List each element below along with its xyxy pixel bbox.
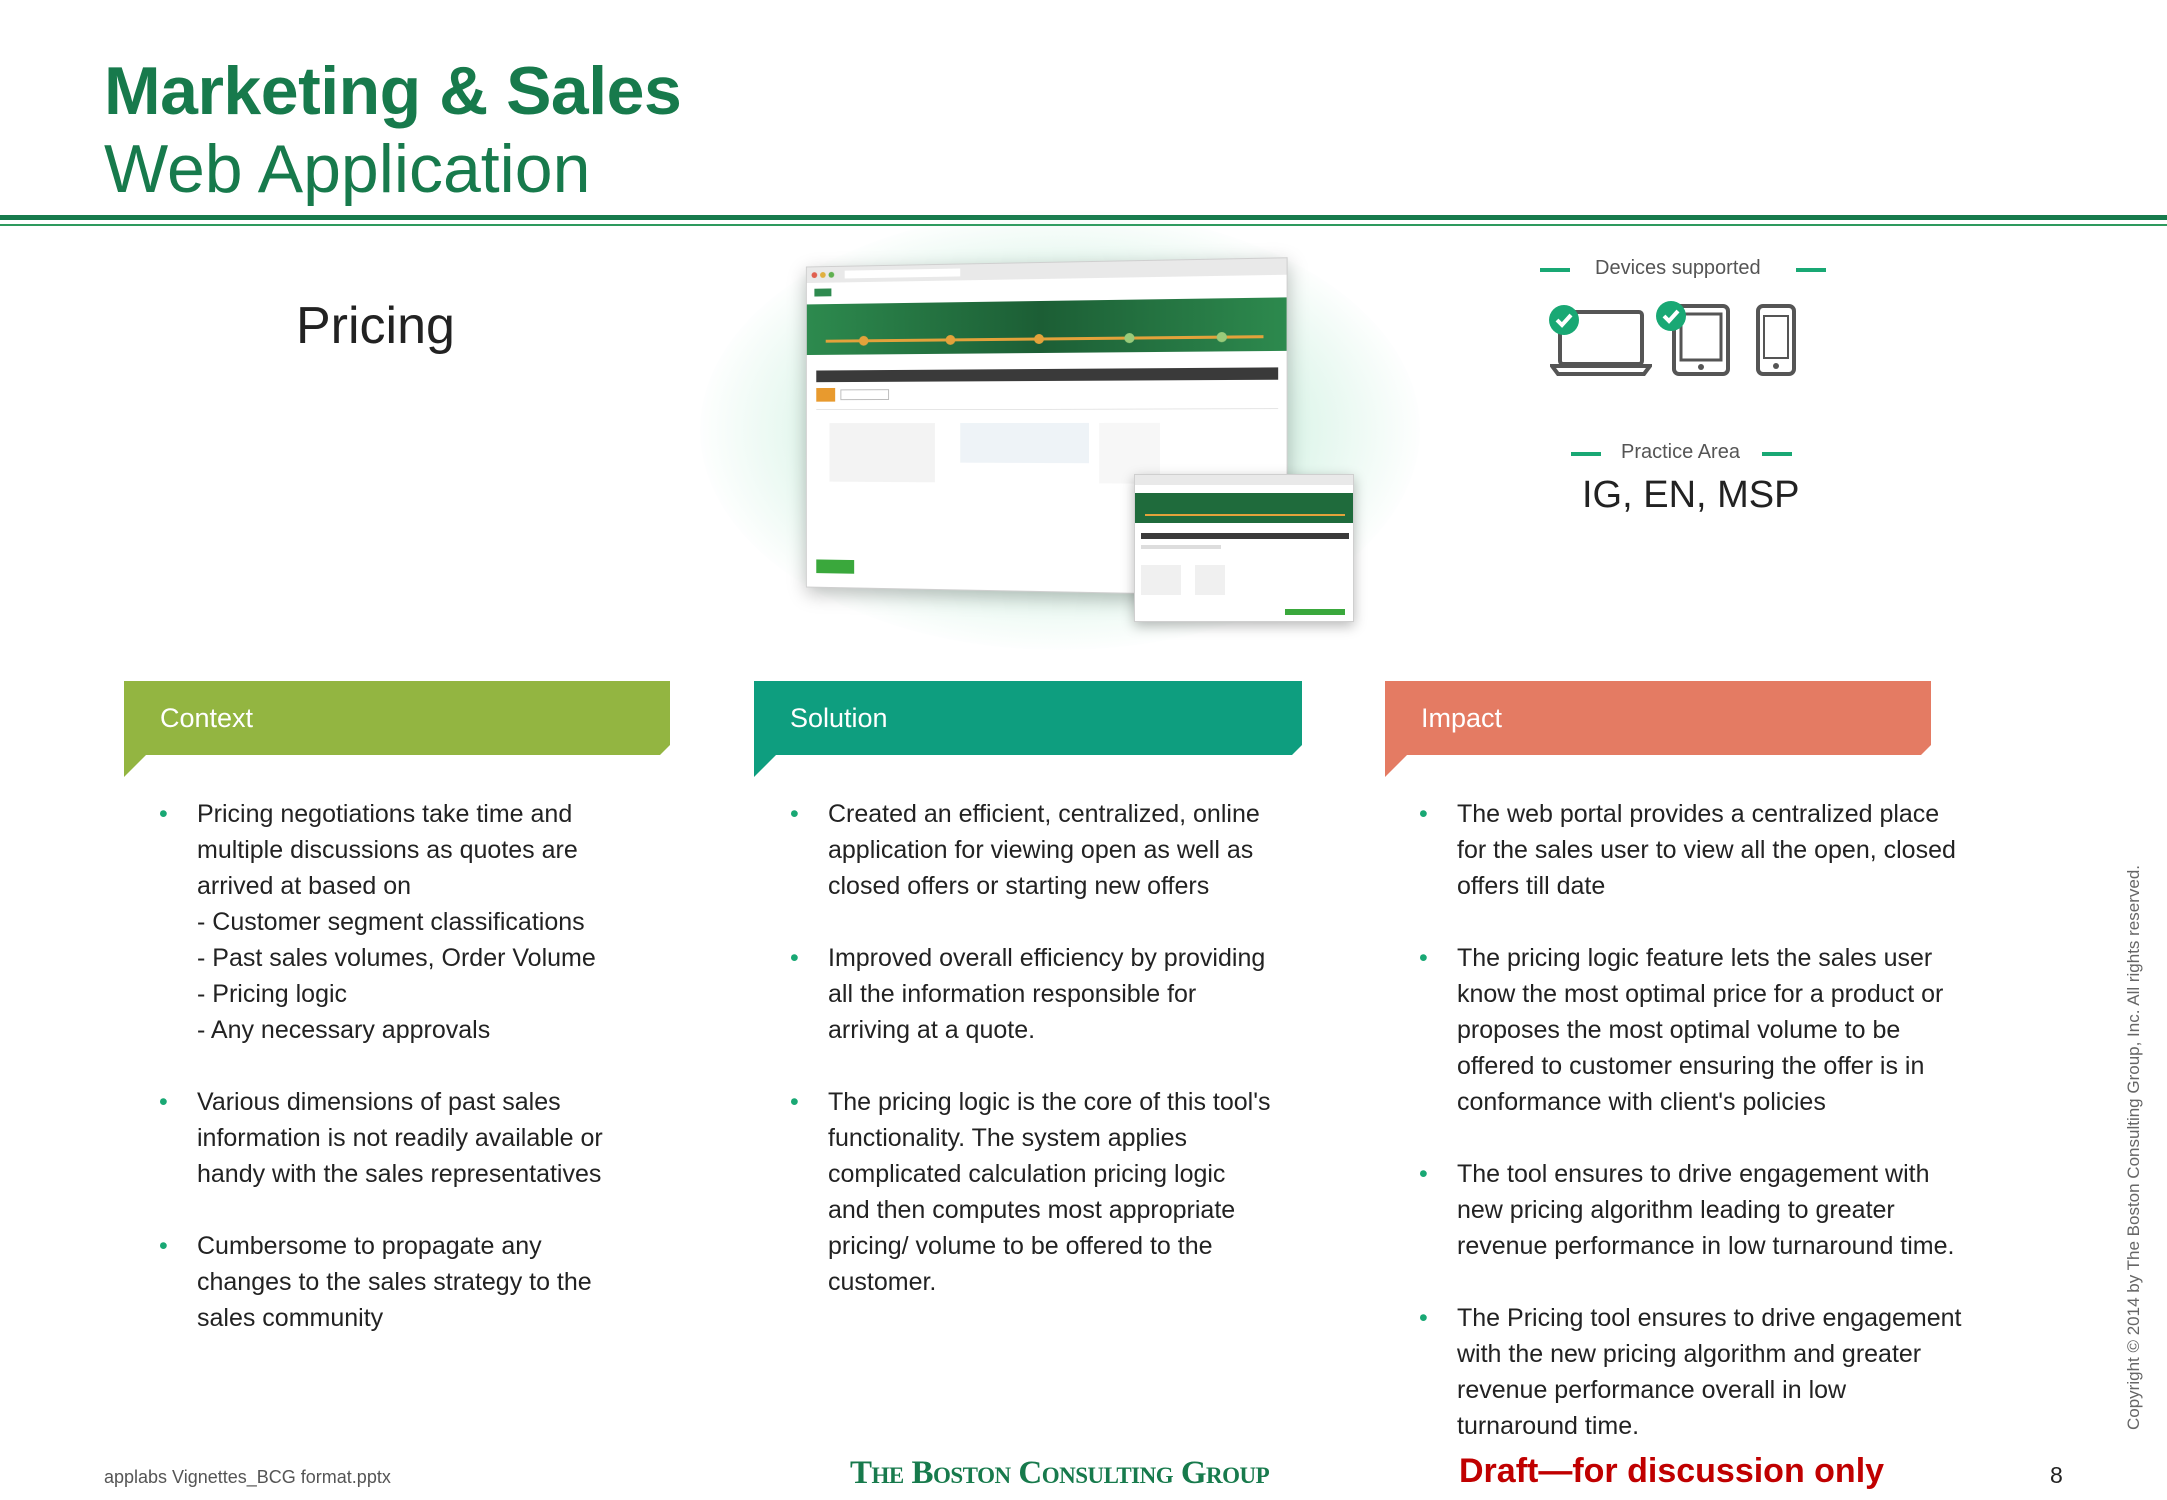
check-icon <box>1655 300 1687 332</box>
list-item-line: arrived at based on <box>197 868 659 904</box>
solution-banner: Solution <box>754 681 1302 755</box>
sub-list-item: - Customer segment classifications <box>159 904 659 940</box>
list-item-line: know the most optimal price for a produc… <box>1457 976 1999 1012</box>
list-item: • The tool ensures to drive engagement wi… <box>1419 1156 1999 1264</box>
list-item-line: Improved overall efficiency by providing <box>828 940 1310 976</box>
list-item-line: offered to customer ensuring the offer i… <box>1457 1048 1999 1084</box>
list-item-line: The tool ensures to drive engagement wit… <box>1457 1156 1999 1192</box>
bcg-logo: The Boston Consulting Group <box>850 1455 1269 1492</box>
copyright-notice: Copyright © 2014 by The Boston Consultin… <box>2124 865 2144 1430</box>
impact-banner: Impact <box>1385 681 1931 755</box>
list-item-line: with the new pricing algorithm and great… <box>1457 1336 1999 1372</box>
check-icon <box>1548 304 1580 336</box>
list-item-line: conformance with client's policies <box>1457 1084 1999 1120</box>
section-label: Pricing <box>296 296 455 356</box>
context-list: • Pricing negotiations take time and multi… <box>159 796 659 1336</box>
bullet-icon: • <box>159 1084 168 1120</box>
title-line-2: Web Application <box>104 130 590 208</box>
context-heading: Context <box>160 703 253 734</box>
bullet-icon: • <box>1419 1300 1428 1336</box>
page-number: 8 <box>2050 1462 2063 1489</box>
impact-list: • The web portal provides a centralized p… <box>1419 796 1999 1444</box>
list-item-line: customer. <box>828 1264 1310 1300</box>
list-item: • The Pricing tool ensures to drive engag… <box>1419 1300 1999 1444</box>
sub-list-item: - Past sales volumes, Order Volume <box>159 940 659 976</box>
footer-filename: applabs Vignettes_BCG format.pptx <box>104 1467 391 1488</box>
list-item-line: handy with the sales representatives <box>197 1156 659 1192</box>
list-item-line: arriving at a quote. <box>828 1012 1310 1048</box>
list-item: • The web portal provides a centralized p… <box>1419 796 1999 904</box>
list-item-line: turnaround time. <box>1457 1408 1999 1444</box>
bullet-icon: • <box>1419 796 1428 832</box>
list-item-line: all the information responsible for <box>828 976 1310 1012</box>
list-item-line: multiple discussions as quotes are <box>197 832 659 868</box>
context-banner: Context <box>124 681 670 755</box>
list-item-line: changes to the sales strategy to the <box>197 1264 659 1300</box>
bullet-icon: • <box>1419 940 1428 976</box>
list-item-line: The web portal provides a centralized pl… <box>1457 796 1999 832</box>
list-item-line: complicated calculation pricing logic <box>828 1156 1310 1192</box>
list-item-line: The pricing logic is the core of this to… <box>828 1084 1310 1120</box>
sub-list-item: - Pricing logic <box>159 976 659 1012</box>
list-item-line: proposes the most optimal volume to be <box>1457 1012 1999 1048</box>
devices-dash-right <box>1796 268 1826 272</box>
bullet-icon: • <box>159 1228 168 1264</box>
list-item: • Pricing negotiations take time and multi… <box>159 796 659 904</box>
list-item-line: for the sales user to view all the open,… <box>1457 832 1999 868</box>
bullet-icon: • <box>159 796 168 832</box>
solution-list: • Created an efficient, centralized, onli… <box>790 796 1310 1300</box>
list-item-line: application for viewing open as well as <box>828 832 1310 868</box>
list-item-line: Created an efficient, centralized, onlin… <box>828 796 1310 832</box>
bullet-icon: • <box>1419 1156 1428 1192</box>
devices-dash-left <box>1540 268 1570 272</box>
list-item-line: Various dimensions of past sales <box>197 1084 659 1120</box>
draft-notice: Draft—for discussion only <box>1459 1452 1884 1491</box>
app-screenshot-secondary <box>1134 474 1354 622</box>
practice-area-label: Practice Area <box>1621 441 1740 464</box>
list-item-line: offers till date <box>1457 868 1999 904</box>
practice-dash-right <box>1762 452 1792 456</box>
list-item: • Improved overall efficiency by providin… <box>790 940 1310 1048</box>
bullet-icon: • <box>790 1084 799 1120</box>
phone-icon <box>1754 302 1798 378</box>
list-item-line: and then computes most appropriate <box>828 1192 1310 1228</box>
title-line-1: Marketing & Sales <box>104 52 681 130</box>
bullet-icon: • <box>790 796 799 832</box>
list-item-line: Cumbersome to propagate any <box>197 1228 659 1264</box>
list-item-line: revenue performance in low turnaround ti… <box>1457 1228 1999 1264</box>
list-item-line: closed offers or starting new offers <box>828 868 1310 904</box>
list-item: • Created an efficient, centralized, onli… <box>790 796 1310 904</box>
list-item-line: information is not readily available or <box>197 1120 659 1156</box>
list-item: • Various dimensions of past sales informa… <box>159 1084 659 1192</box>
list-item-line: pricing/ volume to be offered to the <box>828 1228 1310 1264</box>
list-item-line: The Pricing tool ensures to drive engage… <box>1457 1300 1999 1336</box>
list-item-line: Pricing negotiations take time and <box>197 796 659 832</box>
impact-heading: Impact <box>1421 703 1502 734</box>
list-item: • The pricing logic is the core of this t… <box>790 1084 1310 1300</box>
list-item: • The pricing logic feature lets the sale… <box>1419 940 1999 1120</box>
practice-dash-left <box>1571 452 1601 456</box>
list-item-line: sales community <box>197 1300 659 1336</box>
list-item: • Cumbersome to propagate any changes to t… <box>159 1228 659 1336</box>
bullet-icon: • <box>790 940 799 976</box>
list-item-line: functionality. The system applies <box>828 1120 1310 1156</box>
practice-area-value: IG, EN, MSP <box>1582 474 1799 517</box>
sub-list-item: - Any necessary approvals <box>159 1012 659 1048</box>
list-item-line: The pricing logic feature lets the sales… <box>1457 940 1999 976</box>
devices-supported-label: Devices supported <box>1595 257 1761 280</box>
solution-heading: Solution <box>790 703 888 734</box>
list-item-line: revenue performance overall in low <box>1457 1372 1999 1408</box>
list-item-line: new pricing algorithm leading to greater <box>1457 1192 1999 1228</box>
